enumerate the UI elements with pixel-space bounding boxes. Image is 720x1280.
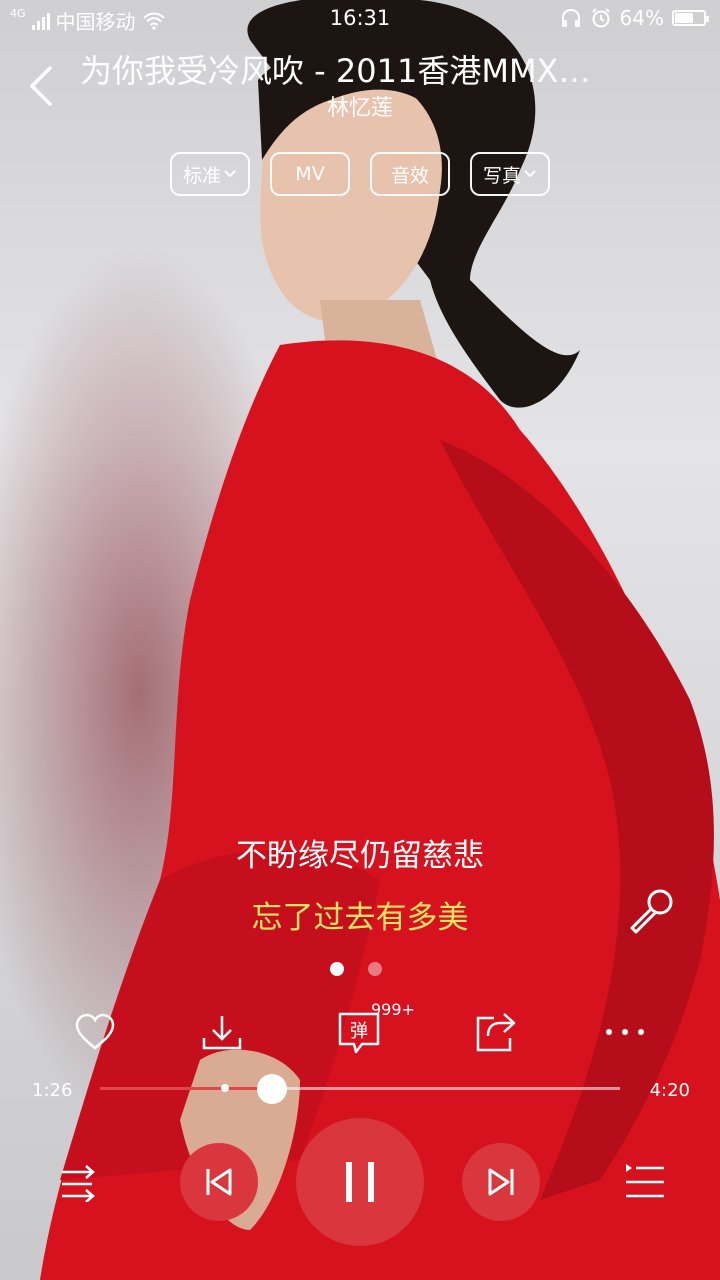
progress-thumb[interactable] — [256, 1074, 287, 1104]
buffer-marker — [220, 1084, 229, 1092]
share-icon[interactable] — [474, 1010, 518, 1054]
photo-dropdown[interactable]: 写真 — [470, 152, 550, 196]
next-button[interactable] — [462, 1143, 540, 1221]
progress-track[interactable] — [100, 1084, 620, 1092]
lyric-current-line[interactable]: 忘了过去有多美 — [0, 892, 720, 937]
chevron-down-icon — [524, 170, 536, 178]
microphone-icon[interactable] — [626, 886, 678, 934]
progress-played — [100, 1087, 272, 1090]
elapsed-time: 1:26 — [32, 1080, 73, 1101]
skip-previous-icon — [206, 1168, 232, 1196]
previous-button[interactable] — [180, 1143, 258, 1221]
total-time: 4:20 — [649, 1080, 690, 1101]
mv-label: MV — [295, 163, 325, 185]
shuffle-icon[interactable] — [60, 1162, 102, 1202]
page-dot[interactable] — [368, 962, 382, 976]
skip-next-icon — [488, 1168, 514, 1196]
status-bar: 4G 中国移动 16:31 64% — [0, 0, 720, 38]
headphones-icon — [561, 8, 580, 27]
page-indicator — [330, 962, 382, 976]
lyric-previous-line[interactable]: 不盼缘尽仍留慈悲 — [0, 830, 720, 875]
song-title: 为你我受冷风吹 - 2011香港MMX… — [80, 52, 591, 90]
mode-pill-row: 标准 MV 音效 写真 — [170, 152, 550, 196]
pause-button[interactable] — [296, 1118, 424, 1246]
battery-percent: 64% — [619, 6, 664, 30]
playlist-icon[interactable] — [624, 1162, 666, 1202]
heart-icon[interactable] — [73, 1010, 117, 1054]
battery-icon — [672, 10, 709, 26]
more-dots-icon[interactable] — [603, 1010, 647, 1054]
mv-button[interactable]: MV — [270, 152, 350, 196]
sound-effect-label: 音效 — [390, 164, 429, 187]
download-icon[interactable] — [200, 1010, 244, 1054]
danmu-label: 弹 — [350, 1021, 368, 1042]
photo-label: 写真 — [482, 164, 521, 187]
chevron-down-icon — [224, 170, 236, 178]
page-dot-active[interactable] — [330, 962, 344, 976]
quality-label: 标准 — [182, 164, 221, 187]
quality-dropdown[interactable]: 标准 — [170, 152, 250, 196]
sound-effect-button[interactable]: 音效 — [370, 152, 450, 196]
pause-icon — [346, 1162, 374, 1202]
artist-name[interactable]: 林忆莲 — [0, 90, 720, 122]
alarm-clock-icon — [591, 8, 610, 28]
danmu-count-badge: 999+ — [371, 1000, 415, 1019]
